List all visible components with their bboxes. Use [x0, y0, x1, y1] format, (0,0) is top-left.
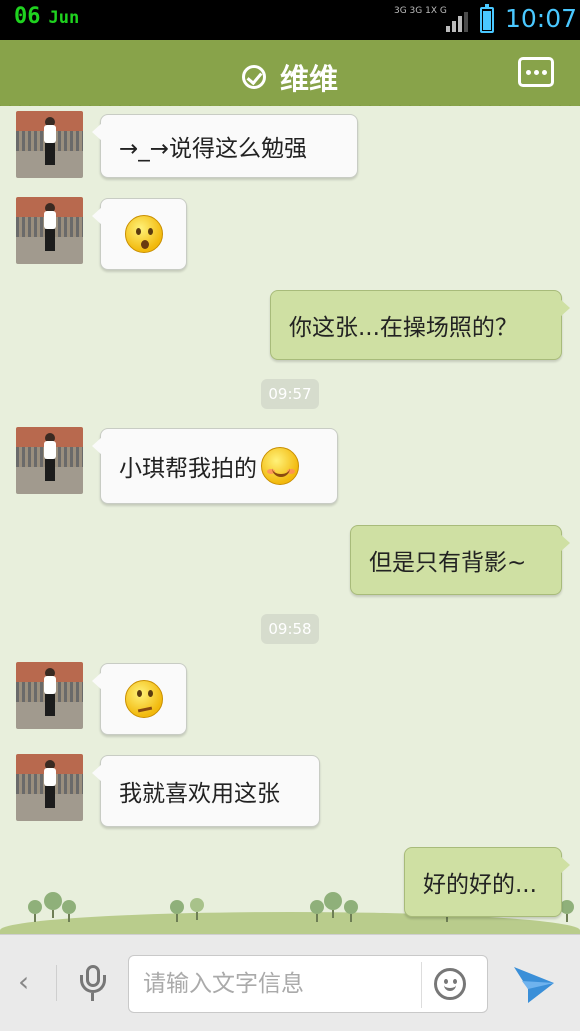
network-type-label: 3G 3G 1X G: [394, 6, 447, 16]
message-bubble-outgoing[interactable]: 好的好的...: [404, 847, 570, 917]
surprised-emoji-icon: [124, 215, 163, 253]
contact-avatar[interactable]: [16, 111, 83, 178]
chat-message-list[interactable]: →_→说得这么勉强 你这张...在操场照的？ 09:57 小琪帮我拍的 但是只有…: [0, 106, 580, 934]
contact-avatar[interactable]: [16, 427, 83, 494]
status-bar: 06 Jun 3G 3G 1X G 10:07: [0, 0, 580, 40]
message-text: 小琪帮我拍的: [119, 456, 257, 482]
message-input-bar: ‹: [0, 934, 580, 1031]
contact-avatar[interactable]: [16, 197, 83, 264]
message-timestamp: 09:58: [261, 614, 319, 644]
battery-icon: [480, 4, 494, 33]
message-text: →_→说得这么勉强: [119, 136, 308, 162]
status-clock: 10:07: [505, 4, 578, 33]
divider: [56, 965, 57, 1001]
message-text: 但是只有背影~: [369, 550, 527, 576]
chat-header: 维维: [0, 40, 580, 111]
message-bubble-incoming[interactable]: →_→说得这么勉强: [92, 114, 358, 178]
dot-icon: [542, 70, 547, 75]
message-text: 好的好的...: [423, 872, 537, 898]
voice-input-button[interactable]: [80, 965, 106, 1001]
message-input[interactable]: [143, 964, 413, 1004]
send-button[interactable]: [512, 963, 556, 1005]
dot-icon: [526, 70, 531, 75]
more-options-button[interactable]: [518, 57, 554, 87]
status-date: 06 Jun: [14, 4, 79, 29]
divider: [421, 962, 422, 1008]
message-bubble-incoming[interactable]: [92, 198, 187, 270]
signal-strength-icon: [446, 12, 468, 32]
message-input-box[interactable]: [128, 955, 488, 1013]
message-text: 我就喜欢用这张: [119, 781, 280, 807]
contact-avatar[interactable]: [16, 754, 83, 821]
doubt-emoji-icon: [124, 680, 163, 718]
chat-title: 维维: [279, 62, 338, 96]
message-bubble-outgoing[interactable]: 你这张...在操场照的？: [270, 290, 570, 360]
message-bubble-outgoing[interactable]: 但是只有背影~: [350, 525, 570, 595]
message-bubble-incoming[interactable]: 我就喜欢用这张: [92, 755, 320, 827]
status-day: 06: [14, 4, 41, 29]
dot-icon: [534, 70, 539, 75]
emoji-picker-button[interactable]: [434, 968, 466, 1000]
collapse-back-button[interactable]: ‹: [18, 965, 29, 998]
contact-avatar[interactable]: [16, 662, 83, 729]
blush-smile-emoji-icon: [261, 447, 299, 485]
status-month: Jun: [48, 8, 80, 28]
message-text: 你这张...在操场照的？: [289, 315, 518, 341]
message-bubble-incoming[interactable]: [92, 663, 187, 735]
message-bubble-incoming[interactable]: 小琪帮我拍的: [92, 428, 338, 504]
message-timestamp: 09:57: [261, 379, 319, 409]
check-circle-icon: [241, 65, 266, 89]
